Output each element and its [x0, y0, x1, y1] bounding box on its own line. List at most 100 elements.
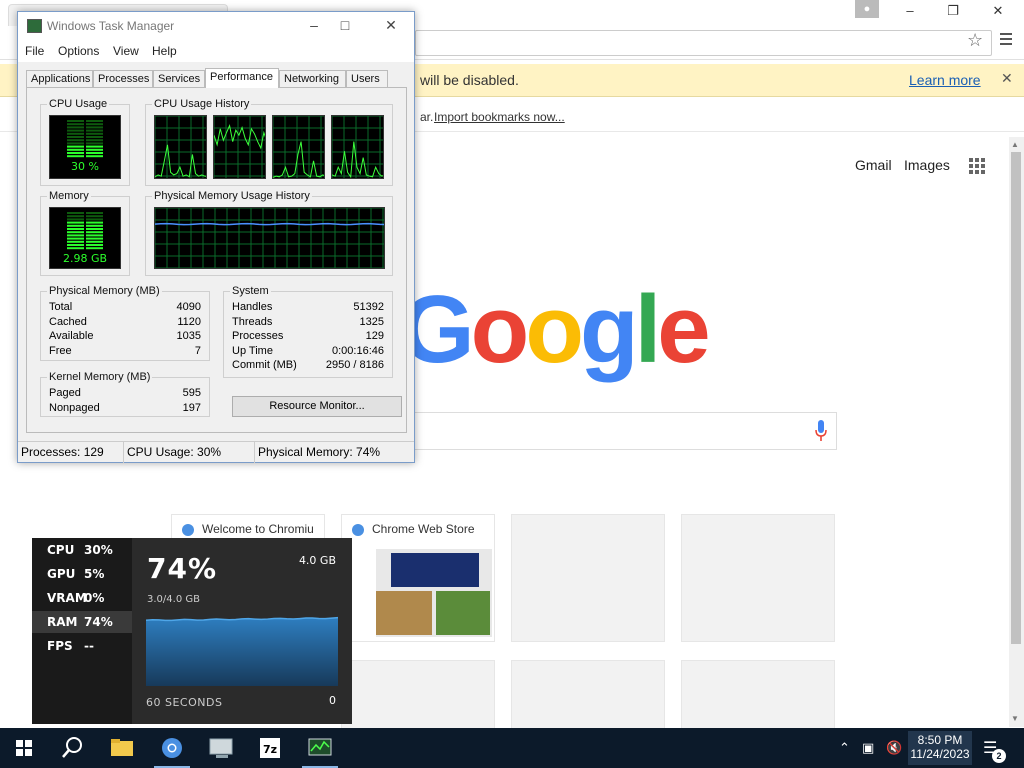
start-button[interactable] — [0, 728, 48, 768]
profile-icon[interactable]: ● — [855, 0, 879, 18]
meter-segment — [67, 152, 84, 154]
stat-row: Processes 129 — [232, 330, 384, 345]
search-button[interactable] — [48, 728, 96, 768]
volume-muted-icon[interactable]: 🔇 — [886, 740, 902, 756]
minimize-icon[interactable]: – — [900, 3, 920, 19]
cpu-core-3-graph — [331, 115, 384, 179]
window-title: Windows Task Manager — [47, 19, 175, 33]
learn-more-link[interactable]: Learn more — [909, 72, 981, 88]
status-bar: Processes: 129 CPU Usage: 30% Physical M… — [18, 441, 414, 463]
meter-segment — [67, 237, 84, 240]
perf-row-ram[interactable]: RAM 74% — [32, 611, 132, 633]
memory-meter: 2.98 GB — [49, 207, 121, 269]
stat-value: 595 — [182, 387, 201, 399]
chrome-menu-icon[interactable] — [1000, 33, 1012, 48]
cpu-core-0-graph — [154, 115, 207, 179]
ram-used-label: 3.0/4.0 GB — [147, 594, 200, 605]
meter-segment — [67, 142, 84, 145]
cpu-history-label: CPU Usage History — [152, 98, 252, 110]
scroll-up-icon[interactable]: ▲ — [1011, 140, 1019, 149]
menu-options[interactable]: Options — [58, 44, 99, 58]
search-input[interactable] — [400, 412, 837, 450]
7zip-button[interactable]: 7z — [246, 728, 294, 768]
close-icon[interactable]: ✕ — [381, 17, 401, 34]
physical-memory-group: Physical Memory (MB) Total 4090 Cached 112… — [40, 285, 210, 361]
meter-segment — [86, 247, 103, 250]
stat-row: Threads 1325 — [232, 316, 384, 331]
system-group: System Handles 51392 Threads 1325 Processe… — [223, 285, 393, 378]
empty-tile — [511, 514, 665, 642]
tab-services[interactable]: Services — [153, 70, 205, 88]
file-explorer-button[interactable] — [98, 728, 146, 768]
meter-segment — [86, 228, 103, 230]
perf-row-cpu[interactable]: CPU 30% — [32, 539, 132, 561]
system-label: System — [230, 285, 271, 297]
meter-segment — [86, 234, 103, 237]
close-icon[interactable]: ✕ — [988, 3, 1008, 19]
show-hidden-icons-icon[interactable]: ⌃ — [839, 740, 850, 756]
meter-segment — [86, 231, 103, 234]
ram-usage-chart — [146, 616, 338, 686]
perf-row-gpu[interactable]: GPU 5% — [32, 563, 132, 585]
task-manager-taskbar-button[interactable] — [296, 728, 344, 768]
network-icon[interactable]: ▣ — [862, 740, 874, 756]
menu-view[interactable]: View — [113, 44, 139, 58]
meter-segment — [86, 145, 103, 148]
stat-value: 51392 — [353, 301, 384, 313]
menu-help[interactable]: Help — [152, 44, 177, 58]
windows-start-icon — [16, 740, 32, 756]
google-logo-letter: l — [634, 276, 662, 383]
perf-value: 30% — [84, 543, 113, 557]
most-visited-tile[interactable]: Chrome Web Store — [341, 514, 495, 642]
clock[interactable]: 8:50 PM 11/24/2023 — [908, 731, 972, 765]
tab-networking[interactable]: Networking — [279, 70, 346, 88]
chromium-taskbar-button[interactable] — [148, 728, 196, 768]
meter-segment — [67, 247, 84, 250]
stat-key: Processes — [232, 330, 284, 342]
stat-key: Free — [49, 345, 72, 357]
resource-monitor-button[interactable]: Resource Monitor... — [232, 396, 402, 417]
meter-segment — [86, 152, 103, 154]
scroll-down-icon[interactable]: ▼ — [1011, 714, 1019, 723]
perf-key: FPS — [47, 639, 73, 653]
perf-row-fps[interactable]: FPS -- — [32, 635, 132, 657]
meter-segment — [67, 228, 84, 230]
performance-overlay-widget: CPU 30% GPU 5% VRAM 0% RAM 74% FPS -- 74% 4.0… — [32, 538, 352, 724]
tab-processes[interactable]: Processes — [93, 70, 153, 88]
infobar-close-icon[interactable]: ✕ — [1001, 70, 1013, 87]
stat-key: Up Time — [232, 345, 273, 357]
meter-segment — [67, 129, 84, 132]
meter-segment — [86, 224, 103, 227]
microphone-icon[interactable] — [815, 420, 827, 442]
pc-app-button[interactable] — [198, 728, 246, 768]
address-bar[interactable] — [415, 30, 992, 56]
perf-row-vram[interactable]: VRAM 0% — [32, 587, 132, 609]
kernel-memory-label: Kernel Memory (MB) — [47, 371, 153, 383]
maximize-icon[interactable]: □ — [335, 17, 355, 33]
cpu-usage-group: CPU Usage 30 % — [40, 98, 130, 186]
meter-segment — [67, 132, 84, 135]
stat-row: Cached 1120 — [49, 316, 201, 331]
stat-row: Nonpaged 197 — [49, 402, 201, 417]
perf-key: GPU — [47, 567, 76, 581]
minimize-icon[interactable]: – — [304, 17, 324, 33]
menu-file[interactable]: File — [25, 44, 44, 58]
bookmark-star-icon[interactable]: ☆ — [967, 30, 983, 51]
import-bookmarks-link[interactable]: Import bookmarks now... — [434, 110, 565, 124]
stat-value: 129 — [365, 330, 384, 342]
meter-segment — [86, 139, 103, 142]
tab-users[interactable]: Users — [346, 70, 388, 88]
tab-performance[interactable]: Performance — [205, 68, 279, 88]
scrollbar-thumb[interactable] — [1011, 152, 1021, 644]
gmail-link[interactable]: Gmail — [855, 157, 892, 173]
tab-applications[interactable]: Applications — [26, 70, 93, 88]
meter-segment — [67, 231, 84, 234]
task-manager-title-bar[interactable]: Windows Task Manager – □ ✕ — [18, 12, 414, 42]
cpu-history-line — [332, 141, 383, 178]
meter-segment — [67, 240, 84, 243]
meter-segment — [67, 155, 84, 158]
apps-grid-icon[interactable] — [969, 158, 985, 174]
images-link[interactable]: Images — [904, 157, 950, 173]
chromium-favicon-icon — [182, 524, 194, 536]
restore-icon[interactable]: ❐ — [943, 3, 963, 19]
